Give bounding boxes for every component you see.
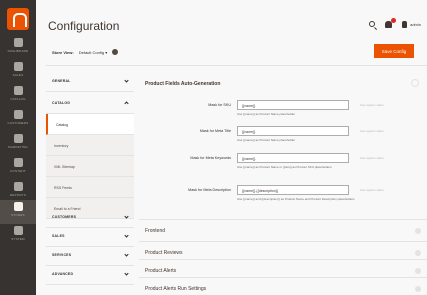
tab-general[interactable]: GENERAL xyxy=(46,70,134,92)
config-tabs: GENERAL CATALOG Catalog Inventory XML Si… xyxy=(46,70,134,295)
store-view-label: Store View: xyxy=(52,49,74,55)
store-icon xyxy=(13,202,23,211)
layout-icon xyxy=(13,158,23,167)
expand-icon xyxy=(415,250,421,256)
menu-system[interactable]: System xyxy=(0,224,36,248)
tab-item-xml-sitemap[interactable]: XML Sitemap xyxy=(46,156,134,177)
user-icon xyxy=(402,20,408,28)
mask-sku-input[interactable]: {{name}} xyxy=(237,100,349,110)
field-note-meta-keywords: Use {{name}} as Product Name or {{sku}} … xyxy=(237,165,332,169)
group-product-alerts-run-settings[interactable]: Product Alerts Run Settings xyxy=(139,277,427,295)
chevron-down-icon xyxy=(124,271,129,276)
page-title: Configuration xyxy=(48,19,120,33)
use-default-meta-title[interactable]: Use system value xyxy=(360,129,384,133)
use-default-sku[interactable]: Use system value xyxy=(360,103,384,107)
field-note-meta-description: Use {{name}} and {{description}} as Prod… xyxy=(237,197,355,201)
notification-badge xyxy=(391,17,397,23)
store-view-select[interactable]: Default Config ▾ xyxy=(79,50,107,55)
save-config-button[interactable]: Save Config xyxy=(374,44,414,58)
menu-catalog[interactable]: Catalog xyxy=(0,84,36,108)
header-actions: admin xyxy=(369,17,421,30)
mask-meta-title-input[interactable]: {{name}} xyxy=(237,126,349,136)
bar-chart-icon xyxy=(13,182,23,191)
magento-logo-icon[interactable] xyxy=(7,8,29,30)
tab-advanced[interactable]: ADVANCED xyxy=(46,263,134,285)
section-title[interactable]: Product Fields Auto-Generation xyxy=(145,81,220,87)
admin-menu: Dashboard Sales Catalog Customers Market… xyxy=(0,0,36,295)
menu-content[interactable]: Content xyxy=(0,156,36,180)
chevron-down-icon xyxy=(124,214,129,219)
store-view-switcher: Store View: Default Config ▾ xyxy=(52,46,119,58)
menu-dashboard[interactable]: Dashboard xyxy=(0,36,36,60)
menu-sales[interactable]: Sales xyxy=(0,60,36,84)
use-default-meta-description[interactable]: Use system value xyxy=(360,188,384,192)
chevron-down-icon xyxy=(124,233,129,238)
mask-meta-description-input[interactable]: {{name}} {{description}} xyxy=(237,185,349,195)
field-label-meta-title: Mask for Meta Title xyxy=(199,129,231,133)
expand-icon xyxy=(415,268,421,274)
megaphone-icon xyxy=(13,134,23,143)
tab-item-catalog[interactable]: Catalog xyxy=(46,114,134,135)
bell-icon[interactable] xyxy=(385,17,397,28)
menu-marketing[interactable]: Marketing xyxy=(0,132,36,156)
user-icon xyxy=(13,110,23,119)
cube-icon xyxy=(13,86,23,95)
expand-icon xyxy=(415,228,421,234)
search-icon[interactable] xyxy=(369,21,376,27)
group-frontend[interactable]: Frontend xyxy=(139,219,427,241)
use-default-meta-keywords[interactable]: Use system value xyxy=(360,156,384,160)
chevron-down-icon xyxy=(124,252,129,257)
field-label-meta-description: Mask for Meta Description xyxy=(188,188,231,192)
user-name: admin xyxy=(410,21,421,27)
field-label-meta-keywords: Mask for Meta Keywords xyxy=(190,156,231,160)
menu-customers[interactable]: Customers xyxy=(0,108,36,132)
user-menu[interactable]: admin xyxy=(402,20,421,28)
field-note-meta-title: Use {{name}} as Product Name placeholder xyxy=(237,138,296,142)
tab-catalog[interactable]: CATALOG xyxy=(46,92,134,114)
section-toggle-icon[interactable] xyxy=(411,79,419,87)
chevron-up-icon xyxy=(124,101,129,106)
header-divider xyxy=(46,65,427,66)
tab-item-inventory[interactable]: Inventory xyxy=(46,135,134,156)
menu-stores[interactable]: Stores xyxy=(0,200,36,224)
expand-icon xyxy=(415,286,421,292)
gear-icon xyxy=(13,226,23,235)
tab-item-rss-feeds[interactable]: RSS Feeds xyxy=(46,177,134,198)
field-note-sku: Use {{name}} as Product Name placeholder xyxy=(237,112,296,116)
field-label-sku: Mask for SKU xyxy=(208,103,231,107)
dollar-icon xyxy=(13,62,23,71)
mask-meta-keywords-input[interactable]: {{name}} xyxy=(237,153,349,163)
dashboard-icon xyxy=(13,38,23,47)
help-icon[interactable] xyxy=(112,49,119,55)
chevron-down-icon xyxy=(124,78,129,83)
